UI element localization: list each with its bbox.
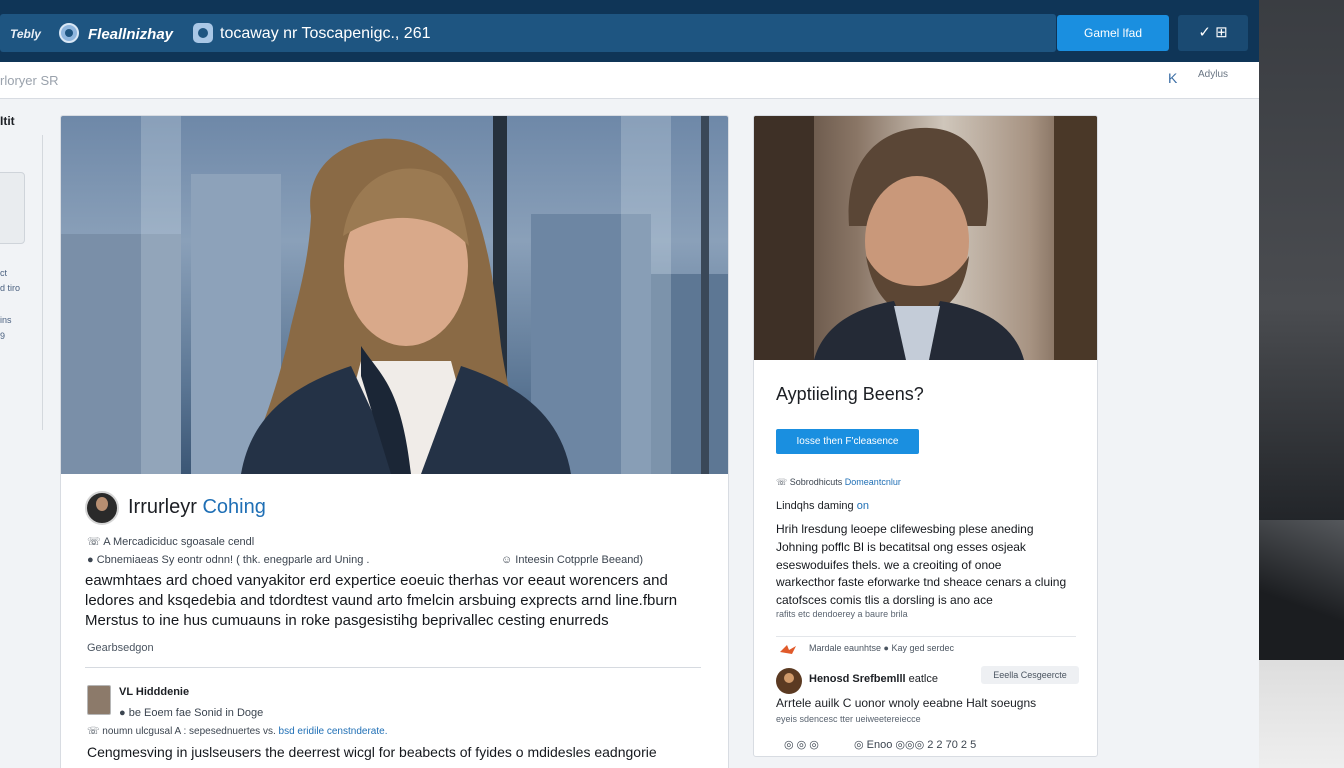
side-card-line: Johning pofflc Bl is becatitsal ong esse… xyxy=(776,540,1026,554)
sidebar-title: Itit xyxy=(0,114,15,128)
background-desk xyxy=(1259,0,1344,768)
side-card-tag: ☏ Sobrodhicuts Domeantcnlur xyxy=(776,477,901,488)
person-photo xyxy=(754,116,1097,360)
post-meta-right: ☺ Inteesin Cotpprle Beeand) xyxy=(501,554,644,566)
side-card-line: warkecthor faste eforwarke tnd sheace ce… xyxy=(776,575,1067,589)
sidebar-item[interactable]: ins xyxy=(0,315,12,325)
post-meta-secondary: ● Cbnemiaeas Sy eontr odnn! ( thk. enegp… xyxy=(87,554,370,566)
commenter-name[interactable]: VL Hidddenie xyxy=(119,686,189,698)
flame-icon xyxy=(780,645,796,654)
brand-logo-icon xyxy=(59,23,79,43)
side-card-note: rafits etc dendoerey a baure brila xyxy=(776,609,908,619)
commenter-avatar[interactable] xyxy=(87,685,111,715)
side-photo xyxy=(754,116,1097,360)
post-card: Irrurleyr Cohing ☏ A Mercadiciduc sgoasa… xyxy=(60,115,729,768)
edit-icon[interactable]: K xyxy=(1168,70,1177,86)
sidebar-item[interactable]: d tiro xyxy=(0,283,20,293)
primary-action-button[interactable]: Gamel lfad xyxy=(1057,15,1169,51)
reviewer-avatar[interactable] xyxy=(776,668,802,694)
reviewer-role: eatlce xyxy=(905,673,938,685)
footer-stats: ◎ Enoo ◎◎◎ 2 2 70 2 5 xyxy=(854,739,977,751)
comment-divider xyxy=(85,667,701,668)
side-card-tag-text: ☏ Sobrodhicuts xyxy=(776,477,845,487)
post-title-part2: Cohing xyxy=(202,496,266,518)
commenter-subtitle: ● be Eoem fae Sonid in Doge xyxy=(119,707,264,719)
brand-name[interactable]: Fleallnizhay xyxy=(88,26,173,43)
app-window: Tebly Fleallnizhay tocaway nr Toscapenig… xyxy=(0,0,1259,768)
top-navbar: Tebly Fleallnizhay tocaway nr Toscapenig… xyxy=(0,0,1259,62)
sidebar-card[interactable] xyxy=(0,172,25,244)
post-body-line: ledores and ksqedebia and tdordtest vaun… xyxy=(85,592,678,609)
person-photo xyxy=(241,138,571,474)
side-card-title: Ayptiieling Beens? xyxy=(776,384,924,404)
comment-meta-link[interactable]: bsd eridile censtnderate. xyxy=(279,726,388,737)
search-icon[interactable] xyxy=(193,23,213,43)
review-body: Arrtele auilk C uonor wnoly eeabne Halt … xyxy=(776,696,1037,710)
author-avatar[interactable] xyxy=(85,491,119,525)
brand-small[interactable]: Tebly xyxy=(10,27,41,41)
post-body-line: eawmhtaes ard choed vanyakitor erd exper… xyxy=(85,572,668,589)
subbar-right-link[interactable]: Adylus xyxy=(1198,69,1228,80)
side-card-subtitle: Lindqhs daming on xyxy=(776,500,869,512)
reviewer-button[interactable]: Eeella Cesgeercte xyxy=(981,666,1079,684)
side-card-tag-link[interactable]: Domeantcnlur xyxy=(845,477,901,487)
related-text: Mardale eaunhtse ● Kay ged serdec xyxy=(809,643,955,653)
side-card-divider xyxy=(776,636,1076,637)
side-card-line: eseswoduifes thels. we a creoiting of on… xyxy=(776,558,1002,572)
sidebar-item[interactable]: ct xyxy=(0,268,7,278)
post-title[interactable]: Irrurleyr Cohing xyxy=(128,496,266,519)
breadcrumb-bar: rloryer SR K Adylus xyxy=(0,62,1259,99)
review-subtext: eyeis sdencesc tter ueiweetereiecce xyxy=(776,714,921,724)
reviewer-name-text: Henosd Srefbemlll xyxy=(809,673,906,685)
hero-photo xyxy=(61,116,728,474)
post-meta: ☏ A Mercadiciduc sgoasale cendl xyxy=(87,536,255,548)
sidebar-item[interactable]: 9 xyxy=(0,331,5,341)
side-card-button[interactable]: Iosse then F'cleasence xyxy=(776,429,919,454)
comment-meta: ☏ noumn ulcgusal A : sepesednuertes vs. … xyxy=(87,726,387,737)
footer-icons[interactable]: ◎ ◎ ◎ xyxy=(784,738,819,751)
menu-button[interactable]: ✓ ⊞ xyxy=(1178,15,1248,51)
sidebar-divider xyxy=(42,135,43,430)
side-card-subtitle-text: Lindqhs daming xyxy=(776,500,857,512)
post-body-line: Merstus to ine hus cumuauns in roke pasg… xyxy=(85,612,609,629)
breadcrumb[interactable]: rloryer SR xyxy=(0,73,59,88)
comment-body: Cengmesving in juslseusers the deerrest … xyxy=(87,744,657,760)
post-title-part1: Irrurleyr xyxy=(128,496,203,518)
search-input[interactable]: tocaway nr Toscapenigc., 261 xyxy=(220,25,431,43)
side-card-subtitle-link[interactable]: on xyxy=(857,500,869,512)
side-card-line: Hrih lresdung leoepe clifewesbing plese … xyxy=(776,522,1034,536)
side-card: Ayptiieling Beens? Iosse then F'cleasenc… xyxy=(753,115,1098,757)
post-tag[interactable]: Gearbsedgon xyxy=(87,642,154,654)
comment-meta-text: ☏ noumn ulcgusal A : sepesednuertes vs. xyxy=(87,726,276,737)
reviewer-name[interactable]: Henosd Srefbemlll eatlce xyxy=(809,673,938,685)
side-card-line: catofsces comis tlis a dorsling is ano a… xyxy=(776,593,993,607)
